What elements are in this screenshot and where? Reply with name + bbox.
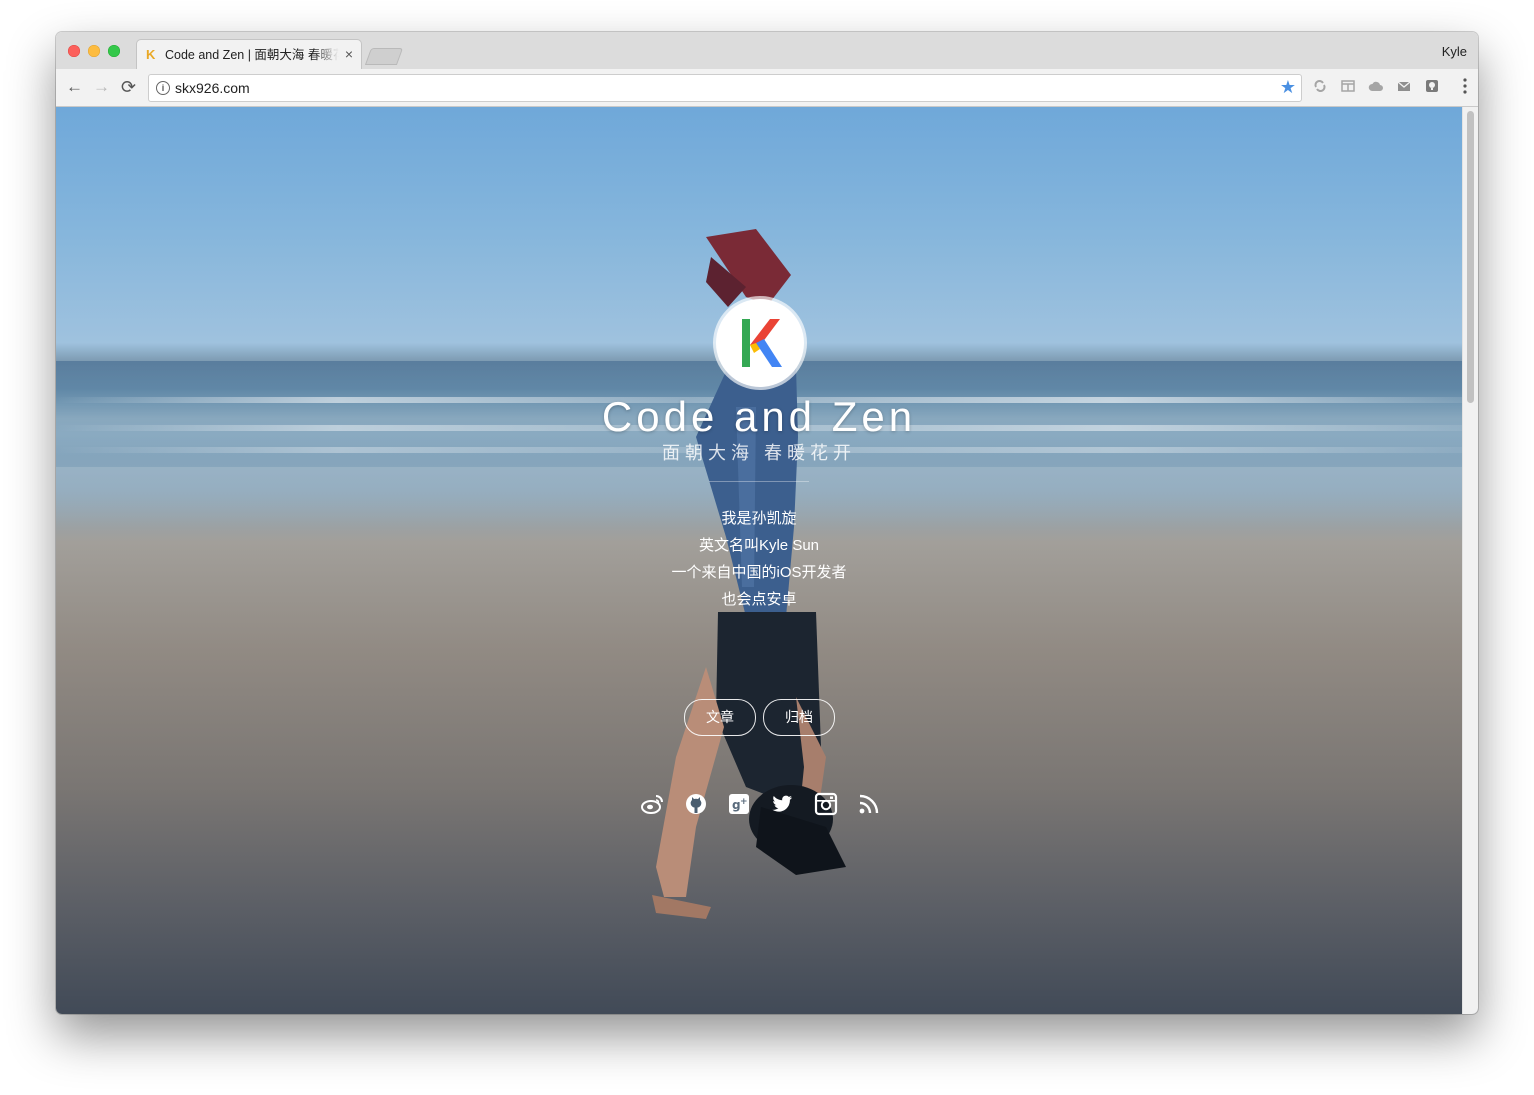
maximize-window-button[interactable]	[108, 45, 120, 57]
vertical-scrollbar[interactable]	[1462, 107, 1478, 1014]
svg-text:+: +	[740, 797, 748, 807]
twitter-icon[interactable]	[769, 791, 795, 817]
site-logo-avatar[interactable]	[716, 299, 804, 387]
tab-close-icon[interactable]: ×	[345, 47, 353, 62]
k-logo-icon	[742, 319, 782, 367]
google-plus-icon[interactable]: g +	[726, 791, 752, 817]
archive-button[interactable]: 归档	[763, 699, 835, 736]
tab-title: Code and Zen | 面朝大海 春暖花开	[165, 48, 339, 62]
divider	[709, 481, 809, 482]
back-button[interactable]: ←	[66, 77, 83, 97]
site-subtitle: 面朝大海 春暖花开	[661, 443, 856, 463]
bio-line: 也会点安卓	[721, 591, 797, 608]
site-title: Code and Zen	[601, 393, 917, 440]
bio-line: 英文名叫Kyle Sun	[698, 537, 820, 554]
bio-line: 我是孙凯旋	[721, 510, 797, 527]
close-window-button[interactable]	[68, 45, 80, 57]
rss-icon[interactable]	[856, 791, 882, 817]
posts-button[interactable]: 文章	[684, 699, 756, 736]
extension-drive-icon[interactable]	[1368, 78, 1384, 94]
reload-button[interactable]: ⟳	[121, 77, 136, 97]
github-icon[interactable]	[683, 791, 709, 817]
bio-line: 一个来自中国的iOS开发者	[671, 564, 847, 581]
forward-button[interactable]: →	[93, 77, 110, 97]
minimize-window-button[interactable]	[88, 45, 100, 57]
extension-mail-icon[interactable]	[1396, 78, 1412, 94]
browser-toolbar: ← → ⟳ i skx926.com ★	[56, 69, 1478, 107]
tab-strip: K Code and Zen | 面朝大海 春暖花开 × Kyle	[56, 32, 1478, 71]
extension-reader-icon[interactable]	[1340, 78, 1356, 94]
page-viewport: Code and Zen 面朝大海 春暖花开 我是孙凯旋 英文名叫Kyle Su…	[56, 107, 1478, 1014]
extension-sync-icon[interactable]	[1312, 78, 1328, 94]
browser-menu-icon[interactable]	[1462, 77, 1468, 95]
scrollbar-thumb[interactable]	[1467, 111, 1474, 403]
address-bar[interactable]: i skx926.com ★	[148, 74, 1302, 102]
weibo-icon[interactable]	[639, 791, 665, 817]
instagram-icon[interactable]	[813, 791, 839, 817]
new-tab-button[interactable]	[364, 48, 404, 65]
bio-block: 我是孙凯旋 英文名叫Kyle Sun 一个来自中国的iOS开发者 也会点安卓	[356, 505, 1162, 613]
browser-window: K Code and Zen | 面朝大海 春暖花开 × Kyle ← → ⟳ …	[56, 32, 1478, 1014]
site-info-icon[interactable]: i	[156, 81, 170, 95]
tab-code-and-zen[interactable]: K Code and Zen | 面朝大海 春暖花开 ×	[136, 39, 362, 71]
site-favicon-icon: K	[146, 47, 156, 62]
bookmark-star-icon[interactable]: ★	[1280, 76, 1296, 98]
profile-name[interactable]: Kyle	[1442, 44, 1467, 59]
url-text[interactable]: skx926.com	[175, 80, 250, 96]
extension-lightbulb-icon[interactable]	[1424, 78, 1440, 94]
